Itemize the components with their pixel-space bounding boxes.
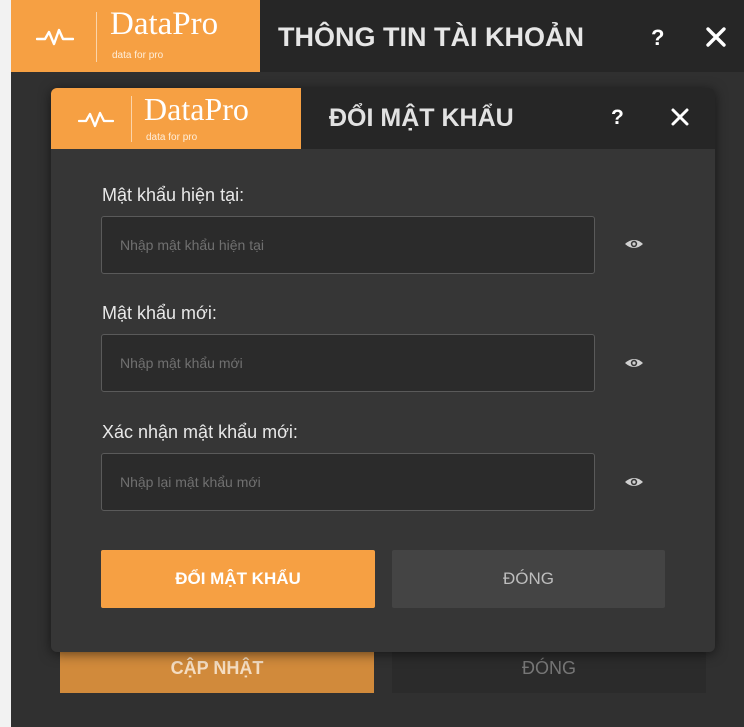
dialog-close-button[interactable]: ĐÓNG	[392, 550, 665, 608]
dialog-title: ĐỔI MẬT KHẨU	[329, 104, 514, 132]
logo-divider	[96, 12, 97, 62]
brand-name: DataPro	[144, 91, 249, 127]
change-password-button[interactable]: ĐỔI MẬT KHẨU	[101, 550, 375, 608]
confirm-password-input[interactable]	[101, 453, 595, 511]
pulse-wave-icon	[78, 111, 114, 128]
account-info-help-button[interactable]: ?	[651, 25, 664, 51]
brand-tagline: data for pro	[112, 50, 164, 61]
brand-tagline: data for pro	[146, 132, 198, 143]
account-info-header: DataPro data for pro THÔNG TIN TÀI KHOẢN…	[11, 0, 744, 72]
change-password-dialog: DataPro data for pro ĐỔI MẬT KHẨU ? Mật …	[51, 88, 715, 652]
confirm-password-label: Xác nhận mật khẩu mới:	[102, 422, 298, 442]
new-password-input[interactable]	[101, 334, 595, 392]
dialog-header: DataPro data for pro ĐỔI MẬT KHẨU ?	[51, 88, 715, 149]
current-password-label: Mật khẩu hiện tại:	[102, 185, 245, 205]
datapro-logo: DataPro data for pro	[11, 0, 260, 72]
account-info-title: THÔNG TIN TÀI KHOẢN	[278, 22, 584, 52]
eye-icon[interactable]	[624, 357, 644, 369]
current-password-input[interactable]	[101, 216, 595, 274]
logo-divider	[131, 96, 132, 142]
new-password-label: Mật khẩu mới:	[102, 303, 217, 323]
dialog-help-button[interactable]: ?	[611, 106, 624, 130]
close-icon[interactable]	[670, 107, 690, 127]
pulse-wave-icon	[36, 28, 74, 46]
eye-icon[interactable]	[624, 238, 644, 250]
close-icon[interactable]	[705, 26, 727, 48]
datapro-logo: DataPro data for pro	[51, 88, 301, 149]
eye-icon[interactable]	[624, 476, 644, 488]
brand-name: DataPro	[110, 6, 219, 42]
